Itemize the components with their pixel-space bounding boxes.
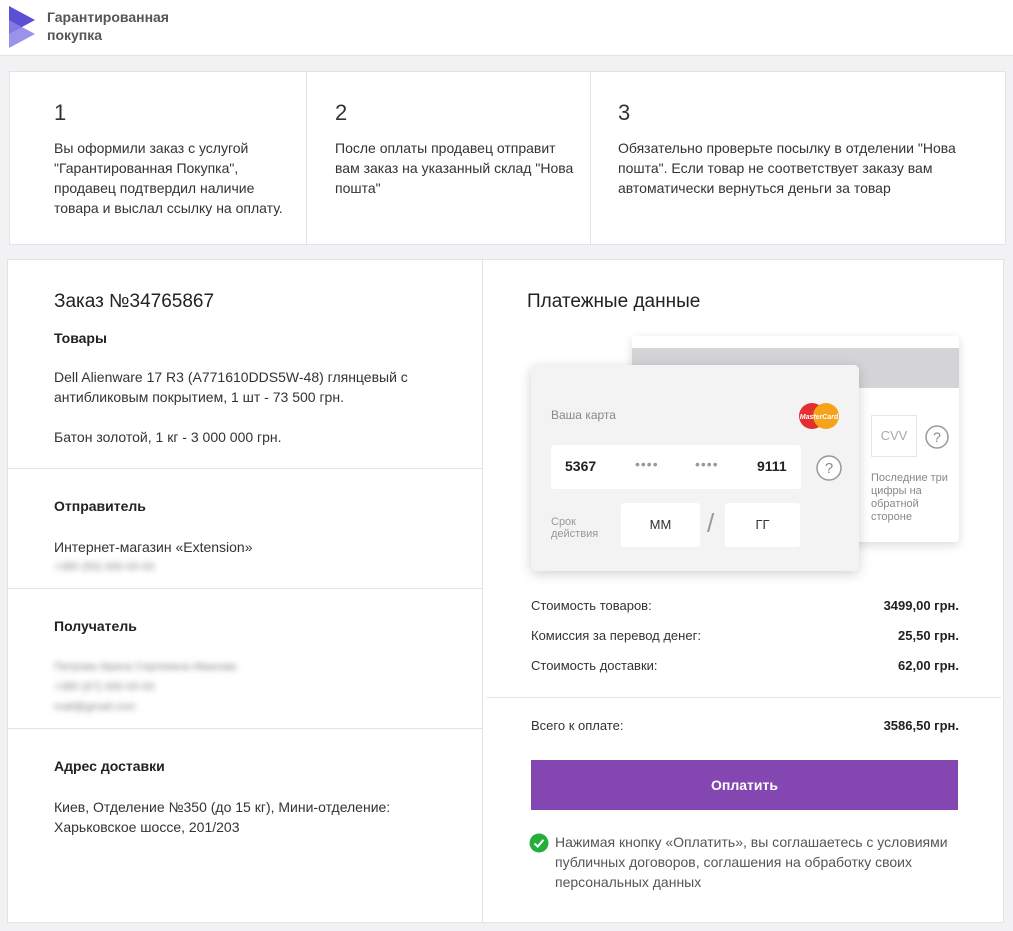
cvv-hint: Последние три цифры на обратной стороне [871,472,948,523]
sender-name: Интернет-магазин «Extension» [54,539,253,555]
row-value: 25,50 грн. [898,628,959,643]
receiver-email: mail@gmail.com [54,701,136,713]
receiver-name: Петрова Ирина Сергеевна Иванова [54,661,237,673]
expiry-slash: / [707,508,715,538]
step-text: После оплаты продавец отправит вам заказ… [335,140,574,196]
row-label: Стоимость доставки: [531,658,658,673]
step-1: 1 Вы оформили заказ с услугой "Гарантиро… [10,72,307,244]
card-number-last: 9111 [757,458,787,474]
step-number: 1 [54,100,67,125]
row-value: 3499,00 грн. [883,598,959,613]
logo-icon[interactable] [9,6,37,48]
row-label: Комиссия за перевод денег: [531,628,701,643]
card-number-mask: •••• [695,456,719,472]
receiver-phone: +380 (67) 000-00-00 [54,681,155,693]
main-panel: Заказ №34765867 Товары Dell Alienware 17… [7,259,1004,923]
card-number-first: 5367 [565,458,597,474]
svg-text:?: ? [825,460,833,477]
address-section: Адрес доставки Киев, Отделение №350 (до … [8,729,483,922]
total-label: Всего к оплате: [531,718,624,733]
receiver-section: Получатель Петрова Ирина Сергеевна Ивано… [8,589,483,729]
expiry-year-input[interactable]: ГГ [725,503,800,547]
goods-title: Товары [54,330,107,346]
goods-item: Dell Alienware 17 R3 (A771610DDS5W-48) г… [54,369,408,405]
mastercard-icon: MasterCard [799,403,839,429]
expiry-month-input[interactable]: ММ [621,503,700,547]
payment-title: Платежные данные [527,291,701,312]
agreement-text: Нажимая кнопку «Оплатить», вы соглашаете… [555,834,948,890]
step-text: Обязательно проверьте посылку в отделени… [618,140,956,196]
top-bar: Гарантированная покупка [0,0,1013,56]
goods-cost-row: Стоимость товаров: 3499,00 грн. [531,598,959,614]
receiver-title: Получатель [54,618,137,634]
help-icon[interactable]: ? [816,455,842,481]
sender-phone: +380 (50) 000-00-00 [54,561,155,573]
commission-row: Комиссия за перевод денег: 25,50 грн. [531,628,959,644]
goods-item: Батон золотой, 1 кг - 3 000 000 грн. [54,429,282,445]
svg-text:MasterCard: MasterCard [800,414,839,421]
step-number: 2 [335,100,348,125]
card-label: Ваша карта [551,408,616,422]
pay-button[interactable]: Оплатить [531,760,958,810]
step-3: 3 Обязательно проверьте посылку в отделе… [591,72,1005,244]
step-number: 3 [618,100,631,125]
expiry-label: Срок действия [551,516,599,540]
row-label: Стоимость товаров: [531,598,652,613]
order-details: Заказ №34765867 Товары Dell Alienware 17… [8,260,483,922]
sender-section: Отправитель Интернет-магазин «Extension»… [8,469,483,589]
divider [487,697,1001,698]
card-front: Ваша карта MasterCard 5367 •••• •••• 911… [531,365,859,571]
sender-title: Отправитель [54,498,146,514]
svg-text:?: ? [933,429,941,445]
payment-section: Платежные данные CVV ? Последние три циф… [484,260,1004,922]
logo-text[interactable]: Гарантированная покупка [47,8,207,44]
order-title: Заказ №34765867 [54,291,215,312]
check-circle-icon [529,833,549,853]
order-section: Заказ №34765867 Товары Dell Alienware 17… [8,260,483,469]
cvv-input[interactable]: CVV [871,415,917,457]
step-2: 2 После оплаты продавец отправит вам зак… [307,72,591,244]
total-value: 3586,50 грн. [883,718,959,733]
address-text: Киев, Отделение №350 (до 15 кг), Мини-от… [54,799,391,835]
help-icon[interactable]: ? [925,425,949,449]
step-text: Вы оформили заказ с услугой "Гарантирова… [54,140,283,216]
total-row: Всего к оплате: 3586,50 грн. [531,718,959,734]
card-number-mask: •••• [635,456,659,472]
address-title: Адрес доставки [54,758,165,774]
steps-panel: 1 Вы оформили заказ с услугой "Гарантиро… [9,71,1006,245]
delivery-cost-row: Стоимость доставки: 62,00 грн. [531,658,959,674]
row-value: 62,00 грн. [898,658,959,673]
card-number-input[interactable]: 5367 •••• •••• 9111 [551,445,801,489]
